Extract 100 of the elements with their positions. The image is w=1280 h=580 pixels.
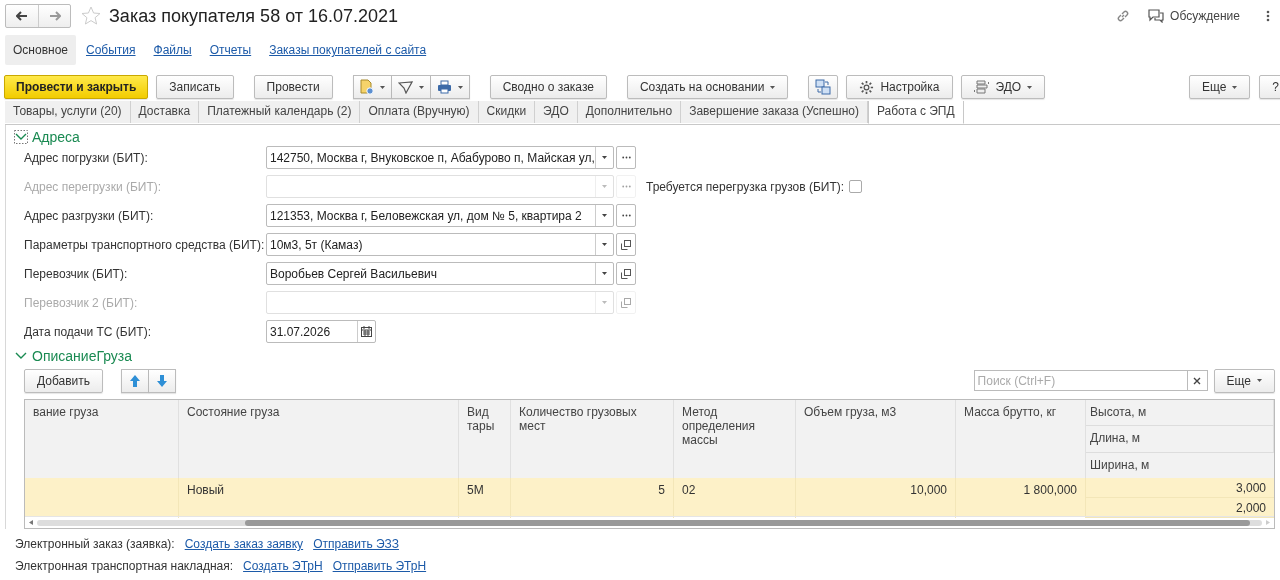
action-link[interactable]: Отправить ЭТрН	[332, 559, 427, 573]
tab[interactable]: Скидки	[478, 101, 536, 123]
action-link[interactable]: Создать ЭТрН	[243, 559, 323, 573]
clear-search-button[interactable]	[1187, 370, 1208, 391]
field-label: Адрес перегрузки (БИТ):	[24, 179, 163, 194]
footer-label: Электронный заказ (заявка):	[15, 537, 175, 551]
select-button[interactable]	[616, 146, 636, 169]
caret-icon	[602, 214, 607, 217]
link-icon[interactable]	[1116, 9, 1131, 23]
open-window-icon	[621, 239, 631, 250]
caret-icon	[418, 85, 424, 89]
document-add-icon	[359, 79, 374, 95]
nav-link[interactable]: Файлы	[145, 35, 200, 65]
tab[interactable]: Работа с ЭПД	[867, 101, 964, 124]
window-title: Заказ покупателя 58 от 16.07.2021	[109, 5, 399, 27]
tab[interactable]: ЭДО	[535, 101, 578, 123]
tab[interactable]: Дополнительно	[577, 101, 682, 123]
tab[interactable]: Доставка	[130, 101, 200, 123]
back-arrow-icon	[16, 11, 28, 21]
field-value: 31.07.2026	[269, 324, 332, 339]
caret-icon	[602, 243, 607, 246]
date-field[interactable]: 31.07.2026	[266, 320, 376, 343]
search-field[interactable]: Поиск (Ctrl+F)	[973, 370, 1188, 391]
field-label: Адрес погрузки (БИТ):	[24, 150, 149, 165]
toolbar-button[interactable]: Записать	[156, 75, 234, 99]
exchange-icon	[973, 80, 990, 94]
discussion-button[interactable]: Обсуждение	[1148, 9, 1240, 23]
table-cell: 5	[511, 478, 674, 518]
star-icon[interactable]	[81, 6, 101, 26]
send-icon	[397, 80, 413, 94]
print-button[interactable]	[430, 75, 470, 99]
toolbar-button[interactable]: Сводно о заказе	[489, 75, 607, 99]
caret-icon	[770, 85, 776, 89]
field-value: 142750, Москва г, Внуковское п, Абабурово п, Майская ул,	[269, 150, 595, 165]
move-up-button[interactable]	[121, 368, 150, 393]
caret-icon	[602, 272, 607, 275]
input-field[interactable]: 121353, Москва г, Беловежская ул, дом № 5, квартира 2	[266, 204, 614, 227]
select-button[interactable]	[616, 204, 636, 227]
action-link[interactable]: Создать заказ заявку	[184, 537, 304, 551]
action-link[interactable]: Отправить ЭЗЗ	[313, 537, 399, 551]
column-header[interactable]: Ширина, м	[1086, 452, 1274, 478]
more-menu-icon[interactable]	[1266, 10, 1270, 22]
tab[interactable]: Товары, услуги (20)	[5, 101, 131, 123]
chat-icon	[1148, 9, 1165, 23]
post-and-close-button[interactable]: Провести и закрыть	[4, 75, 149, 99]
arrow-up-icon	[129, 373, 142, 388]
chevron-down-icon[interactable]	[14, 130, 28, 144]
checkbox-label: Требуется перегрузка грузов (БИТ):	[646, 179, 845, 194]
settings-button[interactable]: Настройка	[846, 75, 953, 99]
caret-icon	[602, 156, 607, 159]
settings-icon	[859, 79, 875, 95]
column-header[interactable]: Высота, м	[1086, 400, 1274, 427]
tab[interactable]: Завершение заказа (Успешно)	[681, 101, 868, 123]
footer-label: Электронная транспортная накладная:	[15, 559, 234, 573]
toolbar-button[interactable]: ?	[1259, 75, 1280, 99]
field-label: Дата подачи ТС (БИТ):	[24, 324, 152, 339]
field-value: Воробьев Сергей Васильевич	[269, 266, 438, 281]
caret-icon	[1027, 85, 1033, 89]
add-button[interactable]: Добавить	[24, 368, 104, 393]
more-button[interactable]: Еще	[1213, 368, 1275, 393]
caret-icon	[1232, 85, 1238, 89]
input-field[interactable]: 10м3, 5т (Камаз)	[266, 233, 614, 256]
column-header[interactable]: Длина, м	[1086, 426, 1274, 453]
create-document-button[interactable]	[352, 75, 392, 99]
tab[interactable]: Платежный календарь (2)	[199, 101, 361, 123]
calendar-icon	[361, 326, 372, 337]
tab[interactable]: Оплата (Вручную)	[360, 101, 479, 123]
horizontal-scrollbar[interactable]	[37, 519, 1262, 526]
dropdown-button[interactable]: Еще	[1188, 75, 1251, 99]
table-cell: 10,000	[796, 478, 956, 518]
nav-link[interactable]: Отчеты	[201, 35, 260, 65]
scroll-left-icon[interactable]	[29, 520, 33, 525]
ellipsis-icon	[621, 214, 631, 217]
forward-arrow-icon	[48, 11, 61, 21]
open-window-icon	[621, 268, 631, 279]
move-down-button[interactable]	[149, 368, 177, 393]
nav-link[interactable]: Заказы покупателей с сайта	[261, 35, 435, 65]
table-cell: 2,000	[1086, 498, 1274, 518]
edo-button[interactable]: ЭДО	[960, 75, 1046, 99]
structure-button[interactable]	[808, 75, 839, 99]
input-field[interactable]: 142750, Москва г, Внуковское п, Абабурово п, Майская ул,	[266, 146, 614, 169]
toolbar-button[interactable]: Провести	[253, 75, 333, 99]
section-title[interactable]: ОписаниеГруза	[32, 348, 133, 364]
input-field[interactable]: Воробьев Сергей Васильевич	[266, 262, 614, 285]
caret-icon	[379, 85, 385, 89]
open-button[interactable]	[616, 233, 636, 256]
printer-icon	[436, 80, 452, 94]
table-cell: 1 800,000	[956, 478, 1086, 518]
caret-icon	[602, 185, 607, 188]
nav-link[interactable]: События	[78, 35, 144, 65]
section-title[interactable]: Адреса	[32, 129, 80, 145]
dropdown-button[interactable]: Создать на основании	[626, 75, 789, 99]
caret-icon	[457, 85, 463, 89]
arrow-down-icon	[156, 373, 169, 388]
table-cell: 5М	[459, 478, 511, 518]
send-button[interactable]	[391, 75, 431, 99]
clear-icon	[1193, 376, 1202, 385]
open-button[interactable]	[616, 262, 636, 285]
nav-link[interactable]: Основное	[5, 35, 76, 65]
table-cell: 3,000	[1086, 478, 1274, 498]
